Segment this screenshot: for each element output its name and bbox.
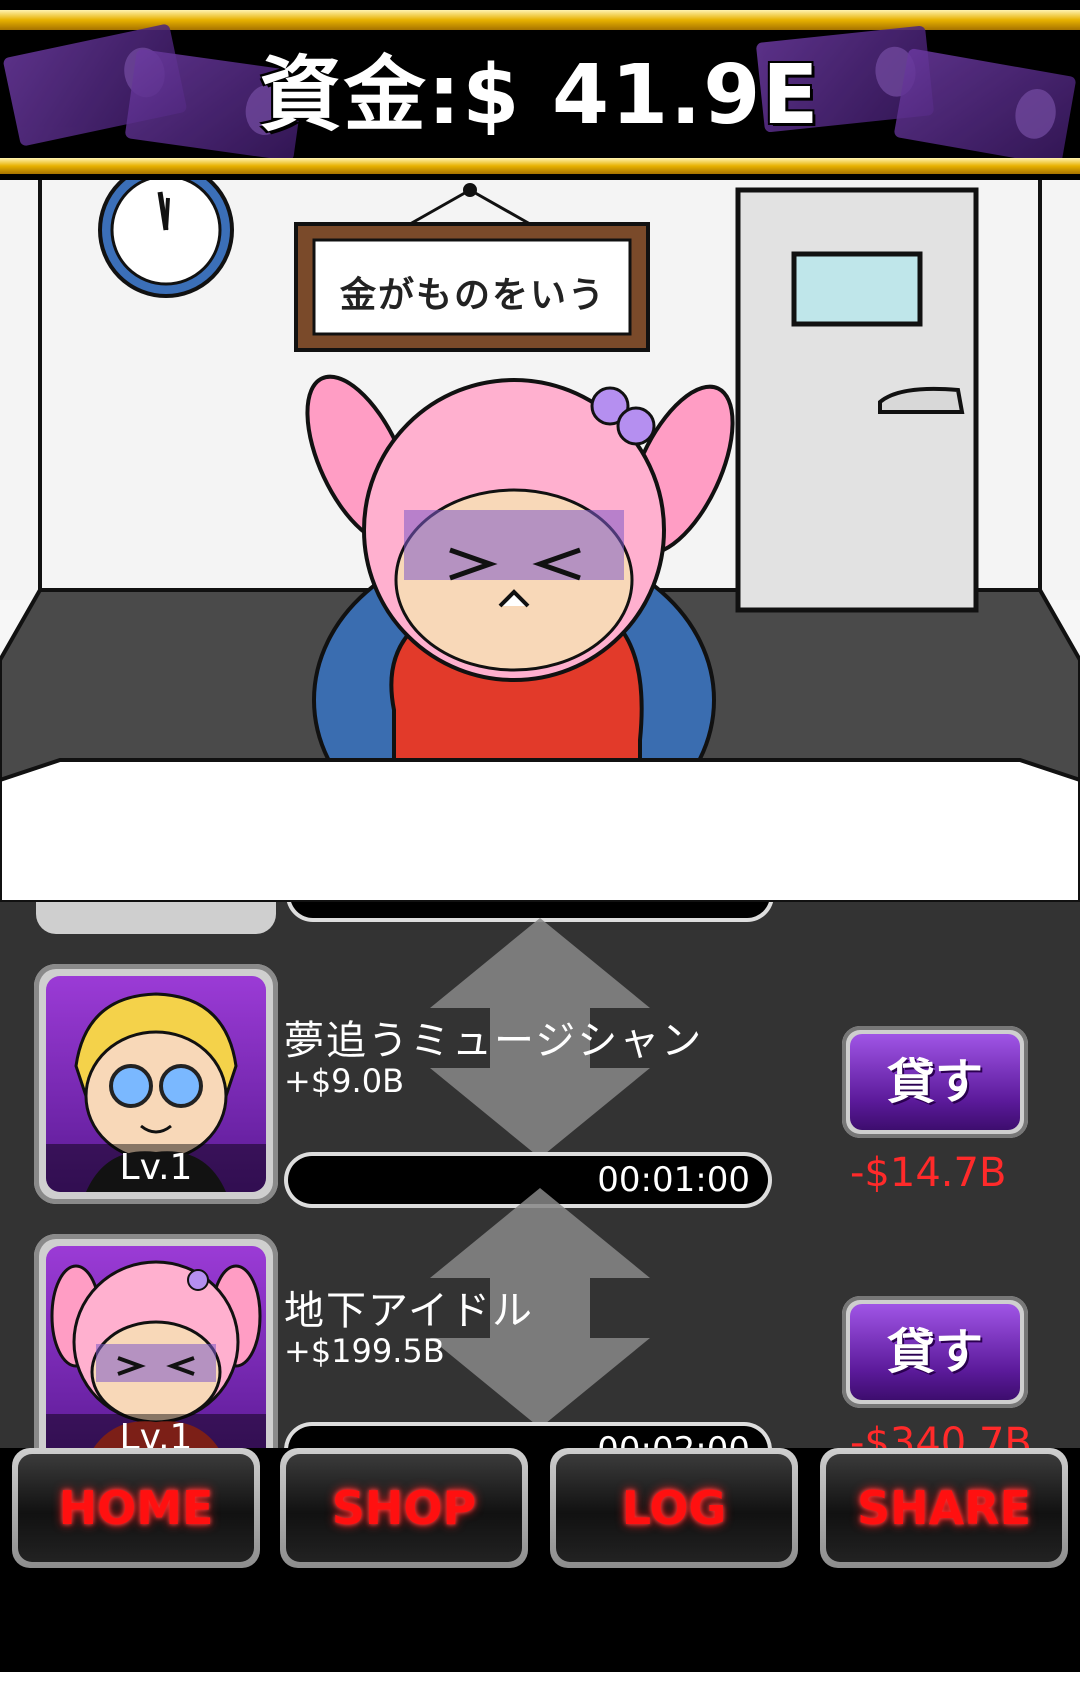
bottom-strip: [0, 1672, 1080, 1692]
timer-bar: 00:02:00: [288, 1426, 768, 1448]
borrower-income: +$199.5B: [284, 1332, 445, 1370]
borrower-income: +$9.0B: [284, 1062, 405, 1100]
lend-button[interactable]: 貸す: [842, 1296, 1028, 1408]
list-row-previous-bar: [290, 902, 770, 918]
wall-sign-text: 金がものをいう: [339, 275, 606, 316]
money-balance: 資金:$ 41.9E: [259, 48, 821, 143]
level-label: Lv.1: [46, 1414, 266, 1448]
idol-avatar[interactable]: Lv.1: [34, 1234, 278, 1448]
musician-avatar[interactable]: Lv.1: [34, 964, 278, 1204]
lend-cost: -$14.7B: [850, 1150, 1007, 1196]
nav-share-button[interactable]: SHARE: [820, 1448, 1068, 1568]
timer-text: 00:02:00: [597, 1426, 750, 1448]
nav-log-button[interactable]: LOG: [550, 1448, 798, 1568]
bottom-nav: HOME SHOP LOG SHARE: [0, 1448, 1080, 1692]
list-row-previous-partial: [36, 902, 276, 934]
borrower-name: 地下アイドル: [284, 1288, 534, 1334]
gold-border-bottom: [0, 158, 1080, 174]
lend-cost: -$340.7B: [850, 1420, 1032, 1448]
nav-home-button[interactable]: HOME: [12, 1448, 260, 1568]
lend-button[interactable]: 貸す: [842, 1026, 1028, 1138]
borrower-name: 夢追うミュージシャン: [284, 1018, 704, 1064]
level-label: Lv.1: [46, 1144, 266, 1192]
borrower-list[interactable]: Lv.1 夢追うミュージシャン +$9.0B 00:01:00 貸す -$14.…: [0, 902, 1080, 1448]
list-item: Lv.1 地下アイドル +$199.5B 00:02:00 貸す -$340.7…: [0, 1188, 1080, 1448]
office-scene[interactable]: 金がものをいう: [0, 180, 1080, 902]
clock-icon: [98, 180, 234, 298]
money-header: 資金:$ 41.9E: [0, 0, 1080, 180]
nav-shop-button[interactable]: SHOP: [280, 1448, 528, 1568]
